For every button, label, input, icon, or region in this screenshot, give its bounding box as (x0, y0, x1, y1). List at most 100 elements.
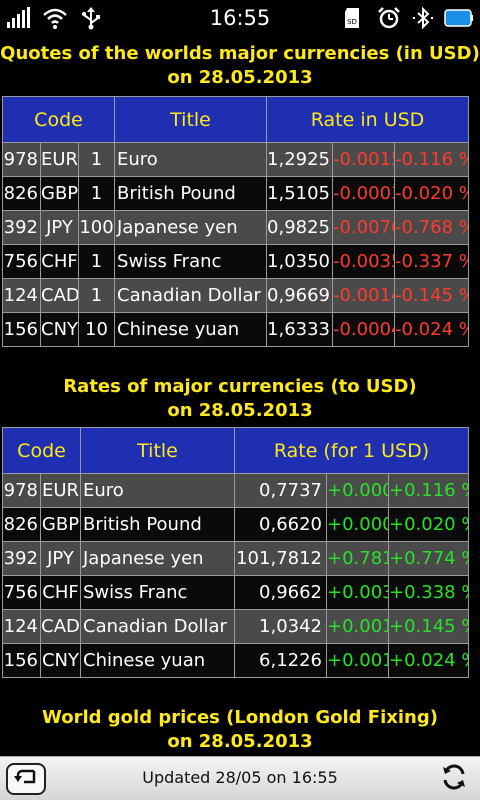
rate-change-percent: +0.020 % (388, 507, 469, 542)
bluetooth-icon (410, 6, 436, 30)
currency-rate: 6,1226 (234, 643, 327, 678)
currency-number: 156 (2, 643, 41, 678)
rate-change: -0.0015 (332, 142, 396, 177)
currency-rate: 1,6333 (266, 312, 334, 347)
currency-code: EUR (40, 473, 81, 508)
header-rate: Rate in USD (266, 96, 470, 143)
section2-title: Rates of major currencies (to USD) on 28… (0, 369, 480, 427)
rate-change-percent: +0.116 % (388, 473, 469, 508)
section2-title-line1: Rates of major currencies (to USD) (63, 376, 417, 397)
table-row[interactable]: 124CADCanadian Dollar1,0342+0.0015+0.145… (2, 609, 469, 644)
currency-code: CAD (40, 278, 79, 313)
header-title: Title (80, 427, 235, 474)
rate-change: -0.0004 (332, 312, 396, 347)
currency-title: Chinese yuan (80, 643, 235, 678)
rate-change: +0.0001 (326, 507, 389, 542)
currency-unit: 1 (77, 278, 116, 313)
currency-rate: 0,9669 (266, 278, 334, 313)
section1-title: Quotes of the worlds major currencies (i… (0, 36, 480, 96)
currency-title: Swiss Franc (80, 575, 235, 610)
quotes-table: Code Title Rate in USD 978 EUR 1 Euro 1,2925… (1, 96, 470, 347)
currency-rate: 0,6620 (234, 507, 327, 542)
table-row[interactable]: 978EUR1Euro1,2925-0.0015-0.116 % (2, 142, 470, 177)
currency-code: CNY (40, 643, 81, 678)
table-row[interactable]: 156CNYChinese yuan6,1226+0.0015+0.024 % (2, 643, 469, 678)
currency-number: 392 (2, 210, 41, 245)
currency-title: Japanese yen (114, 210, 268, 245)
table-row[interactable]: 156CNY10Chinese yuan1,6333-0.0004-0.024 … (2, 312, 470, 347)
table-row[interactable]: 756CHF1Swiss Franc1,0350-0.0035-0.337 % (2, 244, 470, 279)
currency-code: CHF (40, 575, 81, 610)
section1-title-line2: on 28.05.2013 (167, 67, 313, 88)
svg-text:SD: SD (347, 18, 357, 26)
battery-icon (444, 6, 474, 30)
currency-rate: 101,7812 (234, 541, 327, 576)
currency-title: Chinese yuan (114, 312, 268, 347)
currency-code: JPY (40, 541, 81, 576)
rate-change-percent: -0.024 % (394, 312, 470, 347)
sd-card-icon: SD (342, 6, 368, 30)
currency-rate: 1,5105 (266, 176, 334, 211)
rate-change: +0.0015 (326, 643, 389, 678)
table-row[interactable]: 124CAD1Canadian Dollar0,9669-0.0014-0.14… (2, 278, 470, 313)
refresh-button[interactable] (438, 763, 470, 795)
currency-title: Euro (80, 473, 235, 508)
currency-number: 156 (2, 312, 41, 347)
section1-title-line1: Quotes of the worlds major currencies (i… (0, 43, 480, 64)
updated-status: Updated 28/05 on 16:55 (142, 768, 338, 787)
currency-number: 978 (2, 473, 41, 508)
bottom-bar: Updated 28/05 on 16:55 (0, 756, 480, 800)
currency-number: 124 (2, 609, 41, 644)
section3-title-line2: on 28.05.2013 (167, 731, 313, 752)
status-bar: 16:55 SD (0, 0, 480, 36)
table-row[interactable]: 392JPY100Japanese yen0,9825-0.0076-0.768… (2, 210, 470, 245)
currency-code: JPY (40, 210, 79, 245)
currency-code: CNY (40, 312, 79, 347)
table-row[interactable]: 756CHFSwiss Franc0,9662+0.0033+0.338 % (2, 575, 469, 610)
rate-change-percent: +0.774 % (388, 541, 469, 576)
section3-title: World gold prices (London Gold Fixing) o… (0, 700, 480, 756)
rate-change-percent: -0.145 % (394, 278, 470, 313)
header-code: Code (1, 96, 116, 143)
rate-change-percent: +0.338 % (388, 575, 469, 610)
rate-change-percent: -0.020 % (394, 176, 470, 211)
table-row[interactable]: 978EUREuro0,7737+0.0009+0.116 % (2, 473, 469, 508)
currency-number: 756 (2, 244, 41, 279)
currency-rate: 1,0350 (266, 244, 334, 279)
content-scroll-area[interactable]: Quotes of the worlds major currencies (i… (0, 36, 480, 756)
currency-number: 392 (2, 541, 41, 576)
rate-change-percent: +0.145 % (388, 609, 469, 644)
currency-rate: 0,9825 (266, 210, 334, 245)
table-row[interactable]: 826GBPBritish Pound0,6620+0.0001+0.020 % (2, 507, 469, 542)
currency-code: EUR (40, 142, 79, 177)
rate-change-percent: +0.024 % (388, 643, 469, 678)
rate-change: +0.0033 (326, 575, 389, 610)
rate-change: -0.0014 (332, 278, 396, 313)
currency-unit: 1 (77, 142, 116, 177)
section3-title-line1: World gold prices (London Gold Fixing) (42, 707, 438, 728)
currency-title: Japanese yen (80, 541, 235, 576)
currency-code: CHF (40, 244, 79, 279)
rate-change: +0.0009 (326, 473, 389, 508)
rate-change-percent: -0.768 % (394, 210, 470, 245)
rate-change: +0.0015 (326, 609, 389, 644)
currency-number: 826 (2, 507, 41, 542)
currency-title: British Pound (80, 507, 235, 542)
currency-number: 124 (2, 278, 41, 313)
currency-rate: 0,9662 (234, 575, 327, 610)
currency-number: 756 (2, 575, 41, 610)
currency-unit: 1 (77, 176, 116, 211)
currency-number: 978 (2, 142, 41, 177)
currency-code: GBP (40, 176, 79, 211)
section2-title-line2: on 28.05.2013 (167, 400, 313, 421)
rate-change-percent: -0.116 % (394, 142, 470, 177)
header-rate: Rate (for 1 USD) (234, 427, 469, 474)
currency-rate: 1,0342 (234, 609, 327, 644)
refresh-icon (439, 762, 469, 796)
table-row[interactable]: 826GBP1British Pound1,5105-0.0003-0.020 … (2, 176, 470, 211)
rate-change: -0.0035 (332, 244, 396, 279)
table-row[interactable]: 392JPYJapanese yen101,7812+0.7813+0.774 … (2, 541, 469, 576)
currency-code: GBP (40, 507, 81, 542)
currency-code: CAD (40, 609, 81, 644)
currency-rate: 1,2925 (266, 142, 334, 177)
